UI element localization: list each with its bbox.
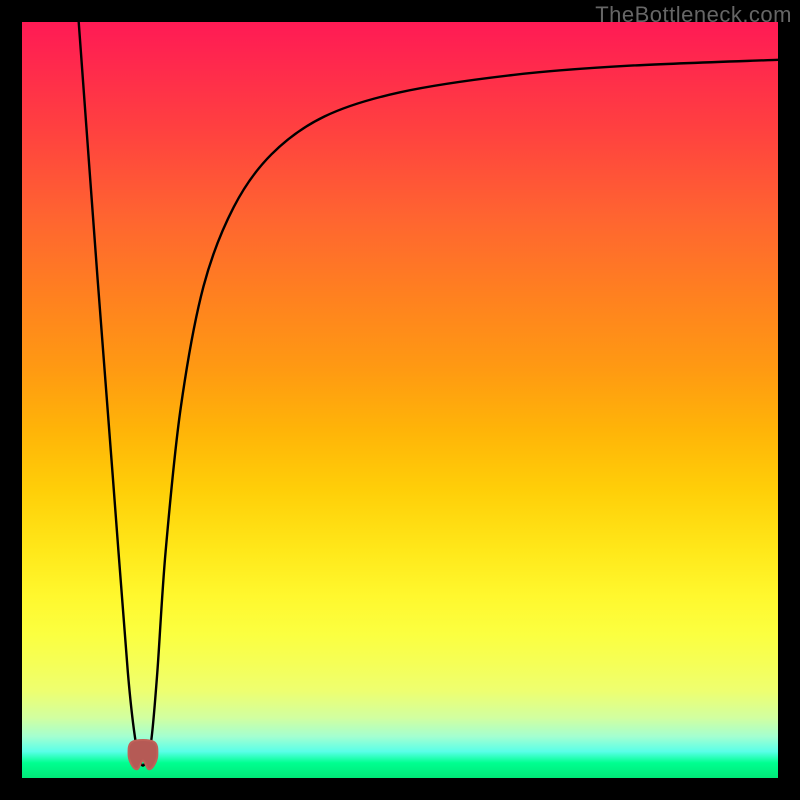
chart-frame: TheBottleneck.com: [0, 0, 800, 800]
plot-area: [22, 22, 778, 778]
bottleneck-curve: [22, 22, 778, 778]
bottleneck-curve-path: [79, 22, 778, 766]
watermark: TheBottleneck.com: [595, 2, 792, 28]
